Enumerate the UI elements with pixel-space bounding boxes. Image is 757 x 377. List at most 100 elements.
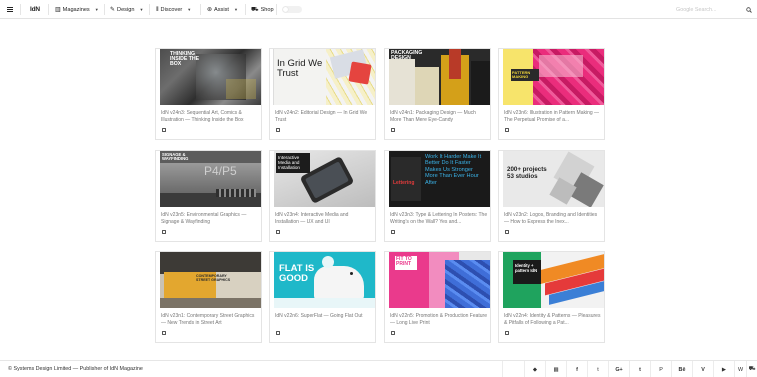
cart-icon[interactable]: ⛟	[746, 361, 757, 377]
magazine-icon	[505, 128, 509, 132]
magazine-cover[interactable]: CONTEMPORARY STREET GRAPHICS	[156, 252, 261, 308]
magazine-cover[interactable]: Identity + pattern IdN	[499, 252, 604, 308]
cover-title-text: FLAT IS GOOD	[279, 263, 315, 284]
magazine-title[interactable]: IdN v22n5: Promotion & Production Featur…	[390, 313, 488, 327]
youtube-icon[interactable]: ▶	[713, 361, 734, 377]
magazine-cover[interactable]: Lettering Work It Harder Make It Better …	[385, 151, 490, 207]
chevron-down-icon: ▼	[187, 7, 192, 12]
cover-title-text: PATTERN MAKING	[512, 70, 531, 79]
menu-icon[interactable]	[7, 0, 14, 19]
magazine-title[interactable]: IdN v23n6: Illustration in Pattern Makin…	[504, 110, 602, 124]
book-icon: ▥	[55, 6, 61, 13]
magazine-icon	[505, 331, 509, 335]
cover-number-text: P4/P5	[204, 164, 237, 178]
google-plus-icon[interactable]: G+	[608, 361, 629, 377]
magazine-cover[interactable]: 200+ projects 53 studios	[499, 151, 604, 207]
magazine-title[interactable]: IdN v22n4: Identity & Patterns — Pleasur…	[504, 313, 602, 327]
cover-title-text: Work It Harder Make It Better Do It Fast…	[425, 154, 482, 186]
idn-logo[interactable]: IdN	[30, 0, 40, 19]
behance-icon[interactable]: Bē	[671, 361, 692, 377]
nav-magazines[interactable]: ▥ Magazines ▼	[55, 0, 99, 19]
magazine-card[interactable]: PACKAGING DESIGN IdN v24n1: Packaging De…	[384, 48, 491, 140]
search-icon[interactable]	[746, 6, 752, 13]
magazine-title[interactable]: IdN v24n3: Sequential Art, Comics & Illu…	[161, 110, 259, 124]
magazine-title[interactable]: IdN v22n6: SuperFlat — Going Flat Out	[275, 313, 373, 327]
search-box	[676, 3, 754, 16]
search-input[interactable]	[676, 6, 742, 13]
magazine-cover[interactable]: In Grid We Trust	[270, 49, 375, 105]
magazine-card[interactable]: CONTEMPORARY STREET GRAPHICS IdN v23n1: …	[155, 251, 262, 343]
nav-magazines-label: Magazines	[62, 6, 90, 13]
copyright-text: © Systems Design Limited — Publisher of …	[8, 366, 143, 372]
android-icon[interactable]: ◆	[524, 361, 545, 377]
magazine-title[interactable]: IdN v23n1: Contemporary Street Graphics …	[161, 313, 259, 327]
magazine-cover[interactable]: PATTERN MAKING	[499, 49, 604, 105]
nav-shop[interactable]: ⛟ Shop	[251, 0, 274, 19]
chevron-down-icon: ▼	[139, 7, 144, 12]
magazine-icon	[276, 331, 280, 335]
cover-title-text: CONTEMPORARY STREET GRAPHICS	[196, 274, 231, 282]
magazine-card[interactable]: THINKING INSIDE THE BOX IdN v24n3: Seque…	[155, 48, 262, 140]
twitter-icon[interactable]: t	[587, 361, 608, 377]
top-navigation-bar: IdN ▥ Magazines ▼ ✎ Design ▼ ⫴ Discover …	[0, 0, 757, 19]
footer: © Systems Design Limited — Publisher of …	[0, 360, 757, 377]
cover-title-text: 200+ projects 53 studios	[507, 166, 547, 180]
magazine-card[interactable]: Lettering Work It Harder Make It Better …	[384, 150, 491, 242]
tumblr-icon[interactable]: t	[629, 361, 650, 377]
magazine-icon	[162, 331, 166, 335]
magazine-icon	[391, 128, 395, 132]
nav-design[interactable]: ✎ Design ▼	[110, 0, 143, 19]
magazine-card[interactable]: Interactive Media and Installation IdN v…	[269, 150, 376, 242]
apple-icon[interactable]	[502, 361, 523, 377]
nav-divider	[149, 4, 150, 15]
magazine-card[interactable]: PATTERN MAKING IdN v23n6: Illustration i…	[498, 48, 605, 140]
life-ring-icon: ⊛	[207, 6, 213, 13]
nav-design-label: Design	[117, 6, 135, 13]
magazine-cover[interactable]: P4/P5 SIGNAGE & WAYFINDING	[156, 151, 261, 207]
windows-icon[interactable]: ▦	[545, 361, 566, 377]
magazine-card[interactable]: 200+ projects 53 studios IdN v23n2: Logo…	[498, 150, 605, 242]
magazine-cover[interactable]: PACKAGING DESIGN	[385, 49, 490, 105]
magazine-card[interactable]: FLAT IS GOOD IdN v22n6: SuperFlat — Goin…	[269, 251, 376, 343]
nav-divider	[276, 4, 277, 15]
nav-divider	[20, 4, 21, 15]
cover-title-text: Interactive Media and Installation	[278, 155, 300, 171]
nav-assist-label: Assist	[214, 6, 229, 13]
magazine-title[interactable]: IdN v23n2: Logos, Branding and Identitie…	[504, 212, 602, 226]
magazine-title[interactable]: IdN v23n3: Type & Lettering In Posters: …	[390, 212, 488, 226]
magazine-card[interactable]: In Grid We Trust IdN v24n2: Editorial De…	[269, 48, 376, 140]
magazine-cover[interactable]: Interactive Media and Installation	[270, 151, 375, 207]
pencil-icon: ✎	[110, 6, 116, 13]
magazine-icon	[276, 128, 280, 132]
magazine-cover[interactable]: THINKING INSIDE THE BOX	[156, 49, 261, 105]
magazine-card[interactable]: P4/P5 SIGNAGE & WAYFINDING IdN v23n5: En…	[155, 150, 262, 242]
theme-toggle[interactable]	[282, 6, 302, 13]
magazine-cover[interactable]: FIT TO PRINT	[385, 252, 490, 308]
cover-title-text: THINKING INSIDE THE BOX	[170, 51, 200, 68]
magazine-card[interactable]: FIT TO PRINT IdN v22n5: Promotion & Prod…	[384, 251, 491, 343]
magazine-cover[interactable]: FLAT IS GOOD	[270, 252, 375, 308]
magazine-icon	[505, 230, 509, 234]
nav-divider	[48, 4, 49, 15]
cover-title-text: SIGNAGE & WAYFINDING	[162, 152, 189, 162]
facebook-icon[interactable]: f	[566, 361, 587, 377]
nav-divider	[245, 4, 246, 15]
pinterest-icon[interactable]: P	[650, 361, 671, 377]
chevron-down-icon: ▼	[94, 7, 99, 12]
magazine-card[interactable]: Identity + pattern IdN IdN v22n4: Identi…	[498, 251, 605, 343]
nav-discover[interactable]: ⫴ Discover ▼	[156, 0, 191, 19]
vimeo-icon[interactable]: V	[692, 361, 713, 377]
nav-divider	[104, 4, 105, 15]
magazine-title[interactable]: IdN v24n2: Editorial Design — In Grid We…	[275, 110, 373, 124]
weibo-icon[interactable]: W	[734, 361, 746, 377]
nav-divider	[200, 4, 201, 15]
nav-discover-label: Discover	[160, 6, 183, 13]
magazine-title[interactable]: IdN v24n1: Packaging Design — Much More …	[390, 110, 488, 124]
magazine-title[interactable]: IdN v23n4: Interactive Media and Install…	[275, 212, 373, 226]
magazine-icon	[391, 230, 395, 234]
magazine-title[interactable]: IdN v23n5: Environmental Graphics — Sign…	[161, 212, 259, 226]
nav-assist[interactable]: ⊛ Assist ▼	[207, 0, 238, 19]
magazine-icon	[276, 230, 280, 234]
cover-title-text: FIT TO PRINT	[396, 256, 412, 267]
cover-title-text: In Grid We Trust	[277, 58, 323, 79]
